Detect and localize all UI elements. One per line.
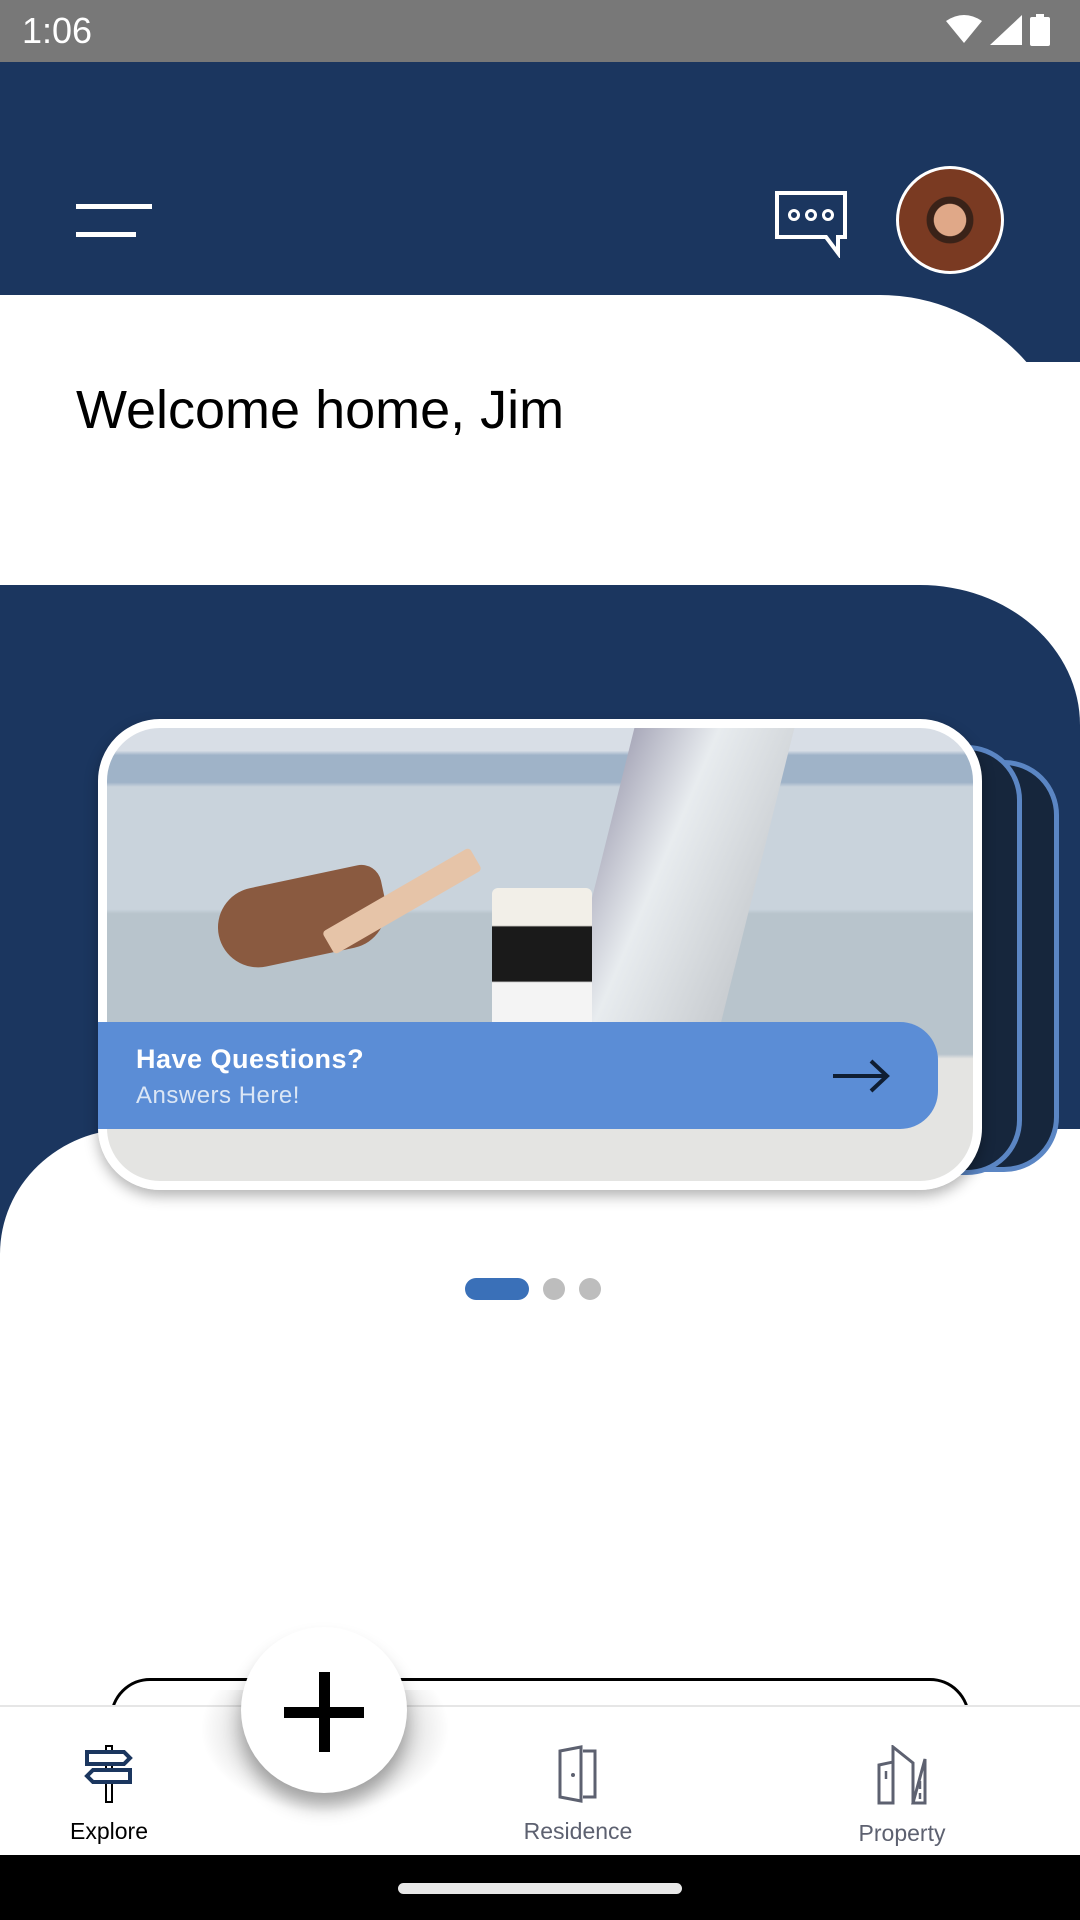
clock: 1:06 (22, 10, 93, 51)
door-icon (558, 1745, 597, 1803)
status-bar: 1:06 (0, 0, 1080, 62)
carousel-pagination (465, 1278, 601, 1300)
page-title: Welcome home, Jim (76, 380, 565, 440)
nav-label: Residence (523, 1818, 633, 1844)
signpost-icon (84, 1745, 133, 1803)
chat-bubble-icon[interactable] (774, 190, 848, 258)
nav-explore[interactable]: Explore (9, 1745, 209, 1845)
hamburger-icon[interactable] (76, 204, 152, 238)
page-dot-1[interactable] (465, 1278, 529, 1300)
arrow-right-icon[interactable] (831, 1058, 891, 1094)
banner-subtitle: Answers Here! (136, 1082, 300, 1109)
page-dot-3[interactable] (579, 1278, 601, 1300)
page-dot-2[interactable] (543, 1278, 565, 1300)
nav-label: Explore (70, 1818, 148, 1844)
coffee-cup-image (492, 888, 592, 1038)
add-button[interactable] (241, 1627, 407, 1793)
avatar[interactable] (896, 166, 1004, 274)
home-gesture-handle[interactable] (398, 1883, 682, 1894)
questions-banner[interactable]: Have Questions? Answers Here! (98, 1022, 938, 1129)
battery-icon (1030, 14, 1050, 46)
content-area (0, 1129, 1080, 1729)
wifi-icon (946, 15, 982, 43)
laptop-image (559, 728, 795, 1028)
signal-icon (990, 15, 1022, 45)
plus-icon-bar (284, 1707, 364, 1718)
system-nav-bar (0, 1855, 1080, 1920)
nav-residence[interactable]: Residence (478, 1745, 678, 1845)
nav-property[interactable]: Property (802, 1743, 1002, 1847)
welcome-section: Welcome home, Jim (0, 295, 1080, 615)
nav-label: Property (858, 1820, 946, 1846)
building-icon (877, 1743, 927, 1805)
banner-title: Have Questions? (136, 1044, 365, 1074)
